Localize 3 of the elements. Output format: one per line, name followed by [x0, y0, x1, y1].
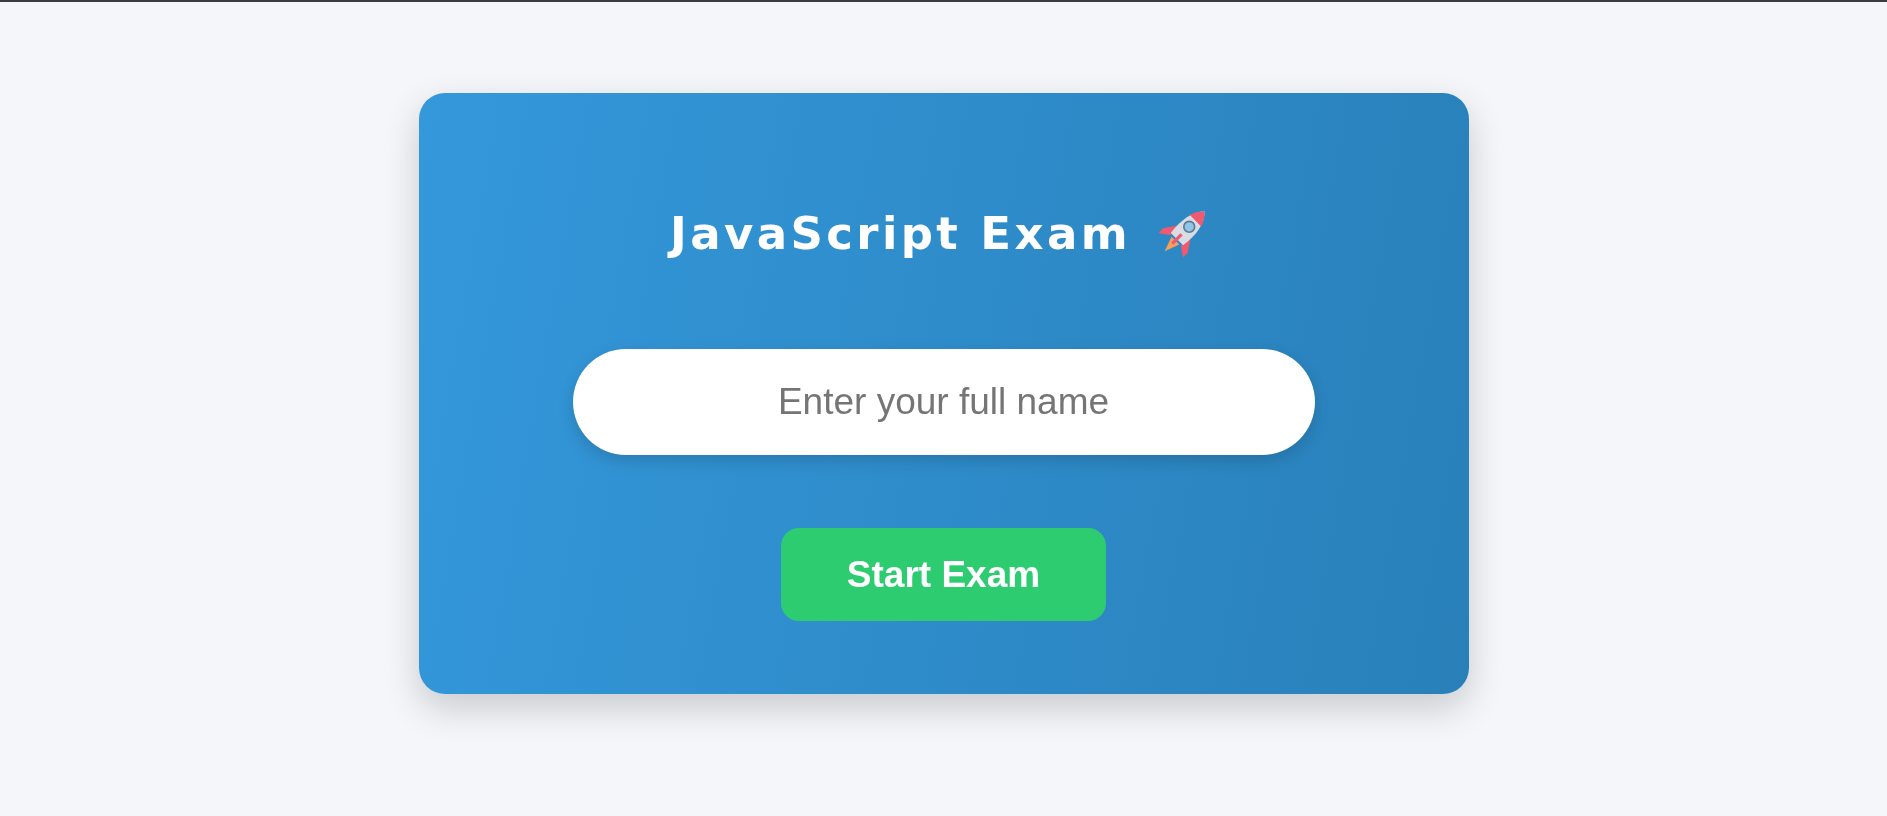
start-exam-button[interactable]: Start Exam [781, 528, 1106, 621]
rocket-icon [1156, 209, 1207, 259]
name-input[interactable]: Enter your full name [572, 349, 1315, 455]
